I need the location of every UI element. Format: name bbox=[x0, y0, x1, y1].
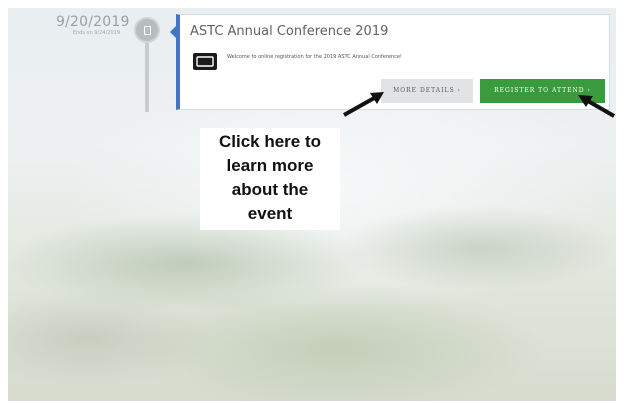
ticket-icon bbox=[193, 53, 217, 70]
register-to-attend-button[interactable]: REGISTER TO ATTEND › bbox=[480, 79, 605, 103]
event-card: ASTC Annual Conference 2019 Welcome to o… bbox=[176, 14, 610, 110]
timeline-line bbox=[145, 40, 149, 112]
event-end-date: Ends on 9/24/2019 bbox=[72, 30, 120, 36]
timeline-node bbox=[134, 17, 160, 43]
event-title[interactable]: ASTC Annual Conference 2019 bbox=[190, 24, 388, 40]
more-details-button[interactable]: MORE DETAILS › bbox=[381, 79, 473, 103]
callout-line-4: event bbox=[247, 204, 293, 223]
calendar-icon bbox=[144, 26, 151, 35]
event-description: Welcome to online registration for the 2… bbox=[227, 54, 402, 60]
instruction-callout: Click here to learn more about the event bbox=[200, 128, 340, 230]
callout-line-3: about the bbox=[231, 180, 309, 199]
event-date: 9/20/2019 bbox=[56, 14, 130, 30]
callout-line-1: Click here to bbox=[218, 132, 322, 151]
callout-line-2: learn more bbox=[226, 156, 314, 175]
